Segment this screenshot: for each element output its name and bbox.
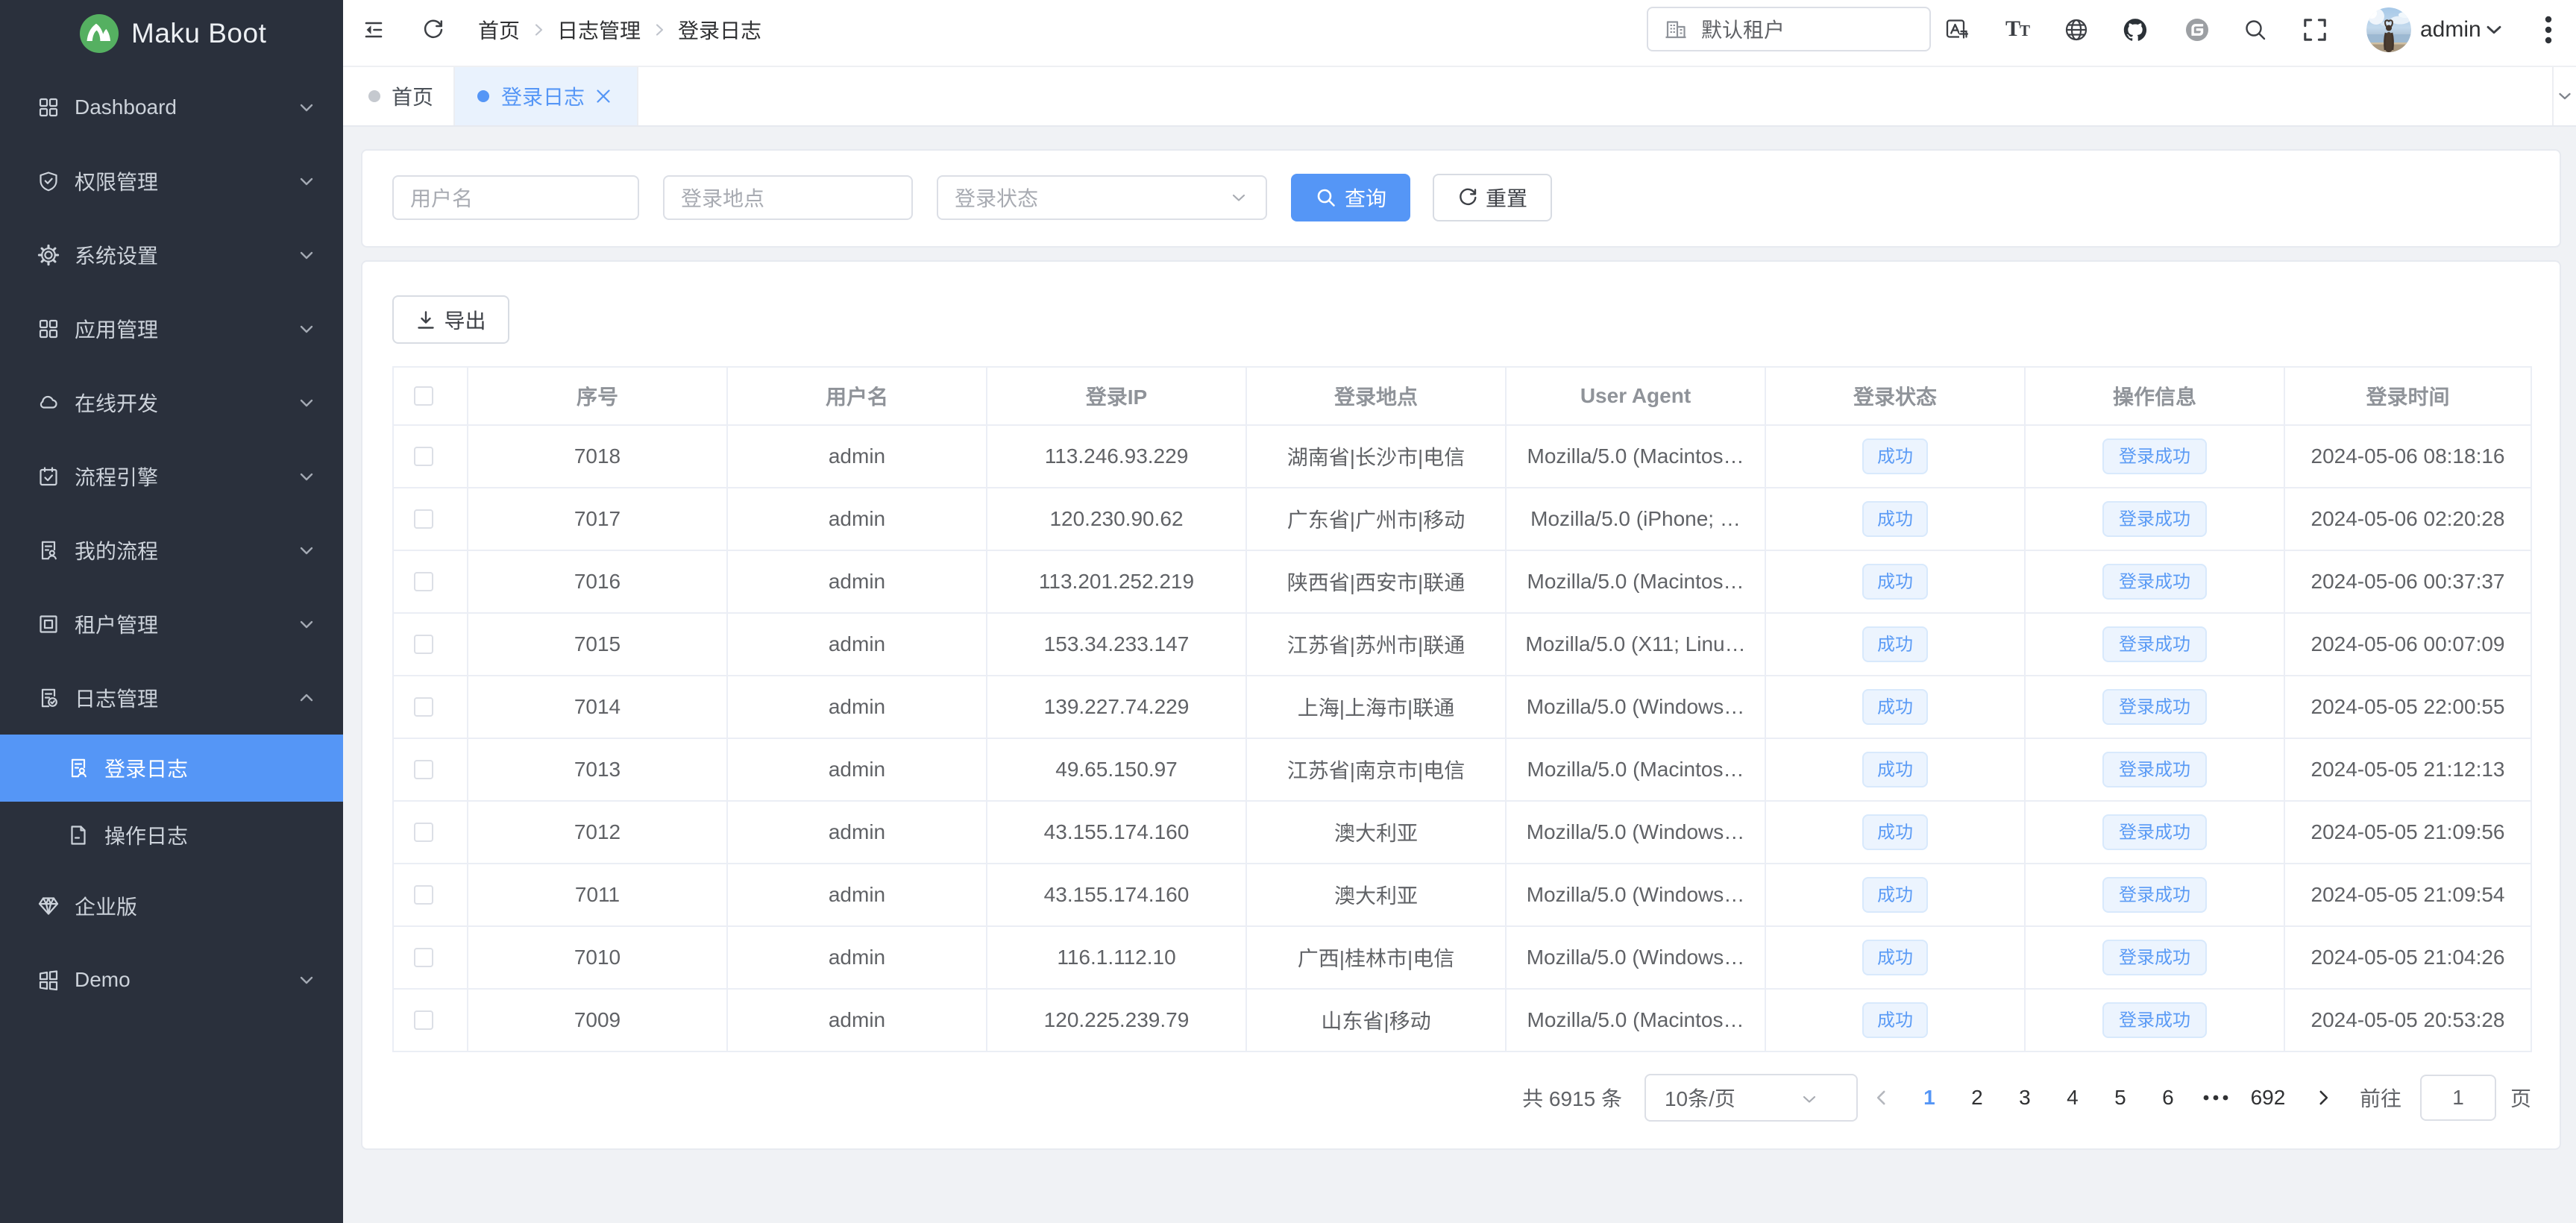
svg-text:T: T: [2005, 17, 2020, 41]
svg-text:T: T: [2020, 22, 2030, 40]
